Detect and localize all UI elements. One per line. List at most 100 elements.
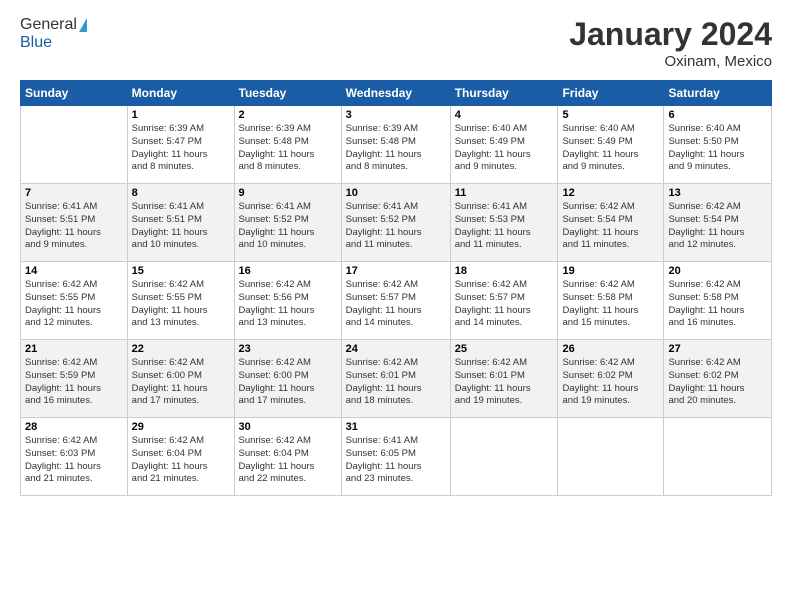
title-block: January 2024 Oxinam, Mexico [569, 16, 772, 70]
header-saturday: Saturday [664, 81, 772, 106]
header-thursday: Thursday [450, 81, 558, 106]
day-info: Sunrise: 6:41 AM Sunset: 5:52 PM Dayligh… [239, 201, 337, 252]
calendar-cell: 6 Sunrise: 6:40 AM Sunset: 5:50 PM Daylig… [664, 106, 772, 184]
logo-blue-text: Blue [20, 34, 52, 52]
calendar-cell: 13 Sunrise: 6:42 AM Sunset: 5:54 PM Dayli… [664, 184, 772, 262]
logo-triangle-icon [79, 18, 87, 32]
calendar-cell: 3 Sunrise: 6:39 AM Sunset: 5:48 PM Daylig… [341, 106, 450, 184]
day-number: 7 [25, 187, 123, 199]
day-info: Sunrise: 6:42 AM Sunset: 6:02 PM Dayligh… [562, 357, 659, 408]
page: General Blue January 2024 Oxinam, Mexico… [0, 0, 792, 612]
calendar-cell: 8 Sunrise: 6:41 AM Sunset: 5:51 PM Daylig… [127, 184, 234, 262]
day-info: Sunrise: 6:39 AM Sunset: 5:47 PM Dayligh… [132, 123, 230, 174]
day-info: Sunrise: 6:40 AM Sunset: 5:50 PM Dayligh… [668, 123, 767, 174]
day-number: 25 [455, 343, 554, 355]
logo: General Blue [20, 16, 87, 52]
calendar-cell: 17 Sunrise: 6:42 AM Sunset: 5:57 PM Dayli… [341, 262, 450, 340]
day-number: 29 [132, 421, 230, 433]
week-row-0: 1 Sunrise: 6:39 AM Sunset: 5:47 PM Daylig… [21, 106, 772, 184]
day-number: 31 [346, 421, 446, 433]
calendar-cell: 26Sunrise: 6:42 AM Sunset: 6:02 PM Dayli… [558, 340, 664, 418]
header-wednesday: Wednesday [341, 81, 450, 106]
calendar-cell: 11Sunrise: 6:41 AM Sunset: 5:53 PM Dayli… [450, 184, 558, 262]
day-info: Sunrise: 6:40 AM Sunset: 5:49 PM Dayligh… [455, 123, 554, 174]
calendar-cell: 14Sunrise: 6:42 AM Sunset: 5:55 PM Dayli… [21, 262, 128, 340]
day-number: 3 [346, 109, 446, 121]
day-number: 27 [668, 343, 767, 355]
day-info: Sunrise: 6:42 AM Sunset: 5:55 PM Dayligh… [132, 279, 230, 330]
day-number: 15 [132, 265, 230, 277]
day-number: 10 [346, 187, 446, 199]
day-info: Sunrise: 6:41 AM Sunset: 5:51 PM Dayligh… [25, 201, 123, 252]
calendar-cell: 12Sunrise: 6:42 AM Sunset: 5:54 PM Dayli… [558, 184, 664, 262]
calendar-cell: 16 Sunrise: 6:42 AM Sunset: 5:56 PM Dayli… [234, 262, 341, 340]
header-friday: Friday [558, 81, 664, 106]
calendar-cell: 25 Sunrise: 6:42 AM Sunset: 6:01 PM Dayli… [450, 340, 558, 418]
day-info: Sunrise: 6:41 AM Sunset: 5:53 PM Dayligh… [455, 201, 554, 252]
calendar-cell: 31 Sunrise: 6:41 AM Sunset: 6:05 PM Dayli… [341, 418, 450, 496]
day-number: 19 [562, 265, 659, 277]
logo-general-text: General [20, 16, 77, 34]
day-info: Sunrise: 6:42 AM Sunset: 5:57 PM Dayligh… [455, 279, 554, 330]
day-number: 21 [25, 343, 123, 355]
calendar-cell: 30 Sunrise: 6:42 AM Sunset: 6:04 PM Dayli… [234, 418, 341, 496]
week-row-2: 14 Sunrise: 6:42 AM Sunset: 5:55 PM Dayli… [21, 262, 772, 340]
day-info: Sunrise: 6:42 AM Sunset: 5:56 PM Dayligh… [239, 279, 337, 330]
day-info: Sunrise: 6:42 AM Sunset: 6:01 PM Dayligh… [455, 357, 554, 408]
calendar-cell: 5Sunrise: 6:40 AM Sunset: 5:49 PM Daylig… [558, 106, 664, 184]
calendar-cell: 15 Sunrise: 6:42 AM Sunset: 5:55 PM Dayli… [127, 262, 234, 340]
week-row-3: 21Sunrise: 6:42 AM Sunset: 5:59 PM Dayli… [21, 340, 772, 418]
calendar-cell: 20Sunrise: 6:42 AM Sunset: 5:58 PM Dayli… [664, 262, 772, 340]
calendar-cell: 29 Sunrise: 6:42 AM Sunset: 6:04 PM Dayli… [127, 418, 234, 496]
day-number: 30 [239, 421, 337, 433]
calendar-cell [450, 418, 558, 496]
header: General Blue January 2024 Oxinam, Mexico [20, 16, 772, 70]
calendar-cell: 7 Sunrise: 6:41 AM Sunset: 5:51 PM Daylig… [21, 184, 128, 262]
day-info: Sunrise: 6:41 AM Sunset: 5:52 PM Dayligh… [346, 201, 446, 252]
day-number: 18 [455, 265, 554, 277]
day-number: 6 [668, 109, 767, 121]
day-number: 1 [132, 109, 230, 121]
day-info: Sunrise: 6:42 AM Sunset: 6:00 PM Dayligh… [132, 357, 230, 408]
calendar-cell [664, 418, 772, 496]
day-number: 28 [25, 421, 123, 433]
day-info: Sunrise: 6:42 AM Sunset: 5:57 PM Dayligh… [346, 279, 446, 330]
day-info: Sunrise: 6:42 AM Sunset: 5:54 PM Dayligh… [562, 201, 659, 252]
calendar-cell: 10 Sunrise: 6:41 AM Sunset: 5:52 PM Dayli… [341, 184, 450, 262]
day-info: Sunrise: 6:42 AM Sunset: 6:00 PM Dayligh… [239, 357, 337, 408]
day-info: Sunrise: 6:42 AM Sunset: 6:04 PM Dayligh… [132, 435, 230, 486]
day-info: Sunrise: 6:42 AM Sunset: 5:54 PM Dayligh… [668, 201, 767, 252]
calendar-cell: 27Sunrise: 6:42 AM Sunset: 6:02 PM Dayli… [664, 340, 772, 418]
calendar-cell: 2 Sunrise: 6:39 AM Sunset: 5:48 PM Daylig… [234, 106, 341, 184]
header-sunday: Sunday [21, 81, 128, 106]
day-info: Sunrise: 6:41 AM Sunset: 6:05 PM Dayligh… [346, 435, 446, 486]
day-number: 8 [132, 187, 230, 199]
calendar-cell: 1 Sunrise: 6:39 AM Sunset: 5:47 PM Daylig… [127, 106, 234, 184]
header-row: SundayMondayTuesdayWednesdayThursdayFrid… [21, 81, 772, 106]
day-info: Sunrise: 6:39 AM Sunset: 5:48 PM Dayligh… [239, 123, 337, 174]
day-number: 14 [25, 265, 123, 277]
calendar-cell: 9Sunrise: 6:41 AM Sunset: 5:52 PM Daylig… [234, 184, 341, 262]
day-number: 23 [239, 343, 337, 355]
day-number: 22 [132, 343, 230, 355]
day-info: Sunrise: 6:41 AM Sunset: 5:51 PM Dayligh… [132, 201, 230, 252]
day-info: Sunrise: 6:39 AM Sunset: 5:48 PM Dayligh… [346, 123, 446, 174]
header-monday: Monday [127, 81, 234, 106]
calendar-table: SundayMondayTuesdayWednesdayThursdayFrid… [20, 80, 772, 496]
day-info: Sunrise: 6:42 AM Sunset: 6:01 PM Dayligh… [346, 357, 446, 408]
calendar-cell [21, 106, 128, 184]
calendar-cell: 22 Sunrise: 6:42 AM Sunset: 6:00 PM Dayli… [127, 340, 234, 418]
week-row-1: 7 Sunrise: 6:41 AM Sunset: 5:51 PM Daylig… [21, 184, 772, 262]
day-number: 24 [346, 343, 446, 355]
day-info: Sunrise: 6:42 AM Sunset: 6:03 PM Dayligh… [25, 435, 123, 486]
day-number: 16 [239, 265, 337, 277]
day-info: Sunrise: 6:42 AM Sunset: 5:58 PM Dayligh… [668, 279, 767, 330]
day-number: 2 [239, 109, 337, 121]
day-info: Sunrise: 6:42 AM Sunset: 6:04 PM Dayligh… [239, 435, 337, 486]
day-number: 13 [668, 187, 767, 199]
calendar-cell: 24 Sunrise: 6:42 AM Sunset: 6:01 PM Dayli… [341, 340, 450, 418]
header-tuesday: Tuesday [234, 81, 341, 106]
day-info: Sunrise: 6:42 AM Sunset: 5:58 PM Dayligh… [562, 279, 659, 330]
day-number: 17 [346, 265, 446, 277]
day-info: Sunrise: 6:40 AM Sunset: 5:49 PM Dayligh… [562, 123, 659, 174]
